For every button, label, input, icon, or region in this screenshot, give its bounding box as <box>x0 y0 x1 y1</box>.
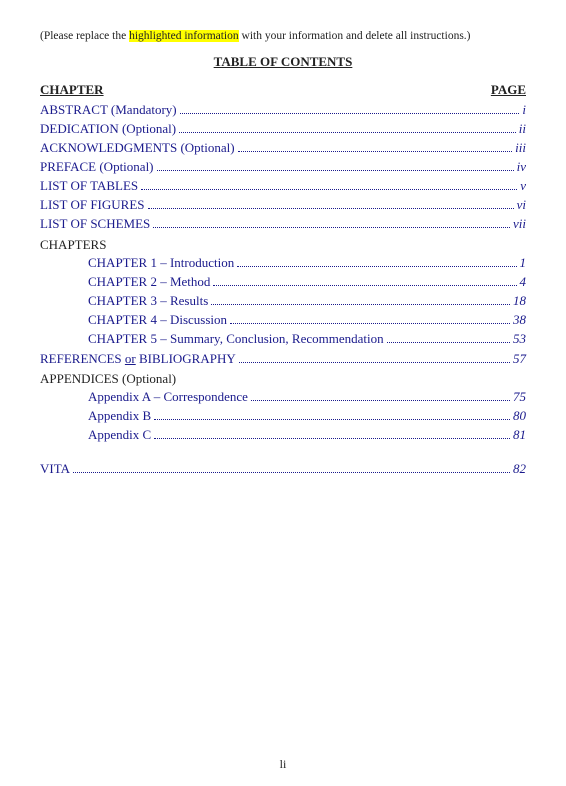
toc-label-vita: VITA <box>40 461 70 477</box>
instruction-before: (Please replace the <box>40 30 129 42</box>
toc-page-list-schemes: vii <box>513 216 526 232</box>
toc-dots-list-tables <box>141 189 517 190</box>
toc-page-list-figures: vi <box>517 197 526 213</box>
chapter-header-label: CHAPTER <box>40 82 104 98</box>
toc-dots-chapter5 <box>387 342 510 343</box>
toc-row-appendix-a: Appendix A – Correspondence 75 <box>40 389 526 405</box>
toc-label-appendix-a: Appendix A – Correspondence <box>88 389 248 405</box>
toc-row-dedication: DEDICATION (Optional) ii <box>40 121 526 137</box>
toc-page-chapter3: 18 <box>513 293 526 309</box>
toc-label-appendix-b: Appendix B <box>88 408 151 424</box>
instruction-text: (Please replace the highlighted informat… <box>40 28 526 44</box>
toc-label-list-figures: LIST OF FIGURES <box>40 197 145 213</box>
toc-label-list-tables: LIST OF TABLES <box>40 178 138 194</box>
toc-dots-chapter2 <box>213 285 516 286</box>
toc-label-chapter3: CHAPTER 3 – Results <box>88 293 208 309</box>
toc-label-list-schemes: LIST OF SCHEMES <box>40 216 150 232</box>
toc-label-chapter5: CHAPTER 5 – Summary, Conclusion, Recomme… <box>88 331 384 347</box>
toc-page-chapter5: 53 <box>513 331 526 347</box>
toc-row-acknowledgments: ACKNOWLEDGMENTS (Optional) iii <box>40 140 526 156</box>
toc-row-chapter2: CHAPTER 2 – Method 4 <box>40 274 526 290</box>
chapters-section-label: CHAPTERS <box>40 237 526 253</box>
page: (Please replace the highlighted informat… <box>0 0 566 786</box>
toc-dots-appendix-b <box>154 419 510 420</box>
toc-page-dedication: ii <box>519 121 526 137</box>
toc-page-references: 57 <box>513 351 526 367</box>
toc-row-chapter3: CHAPTER 3 – Results 18 <box>40 293 526 309</box>
toc-dots-vita <box>73 472 510 473</box>
toc-row-abstract: ABSTRACT (Mandatory) i <box>40 102 526 118</box>
toc-page-appendix-a: 75 <box>513 389 526 405</box>
toc-page-chapter4: 38 <box>513 312 526 328</box>
toc-dots-abstract <box>180 113 520 114</box>
toc-label-chapter4: CHAPTER 4 – Discussion <box>88 312 227 328</box>
toc-header: CHAPTER PAGE <box>40 82 526 98</box>
toc-page-acknowledgments: iii <box>515 140 526 156</box>
toc-label-abstract: ABSTRACT (Mandatory) <box>40 102 177 118</box>
page-header-label: PAGE <box>491 82 526 98</box>
toc-row-references: REFERENCES or BIBLIOGRAPHY 57 <box>40 351 526 367</box>
toc-page-chapter2: 4 <box>520 274 527 290</box>
footer-page-number: li <box>0 757 566 772</box>
toc-label-references: REFERENCES or BIBLIOGRAPHY <box>40 351 236 367</box>
toc-row-vita: VITA 82 <box>40 461 526 477</box>
toc-page-list-tables: v <box>520 178 526 194</box>
toc-row-appendix-c: Appendix C 81 <box>40 427 526 443</box>
toc-page-chapter1: 1 <box>520 255 527 271</box>
toc-row-appendix-b: Appendix B 80 <box>40 408 526 424</box>
toc-title: TABLE OF CONTENTS <box>40 54 526 70</box>
toc-dots-appendix-a <box>251 400 510 401</box>
toc-row-list-schemes: LIST OF SCHEMES vii <box>40 216 526 232</box>
toc-row-chapter1: CHAPTER 1 – Introduction 1 <box>40 255 526 271</box>
toc-dots-chapter1 <box>237 266 516 267</box>
toc-page-preface: iv <box>517 159 526 175</box>
toc-dots-preface <box>157 170 514 171</box>
toc-row-list-tables: LIST OF TABLES v <box>40 178 526 194</box>
toc-dots-acknowledgments <box>238 151 513 152</box>
instruction-highlight: highlighted information <box>129 30 239 42</box>
toc-label-preface: PREFACE (Optional) <box>40 159 154 175</box>
toc-row-chapter5: CHAPTER 5 – Summary, Conclusion, Recomme… <box>40 331 526 347</box>
toc-page-abstract: i <box>522 102 526 118</box>
toc-label-acknowledgments: ACKNOWLEDGMENTS (Optional) <box>40 140 235 156</box>
toc-dots-chapter4 <box>230 323 510 324</box>
appendices-section-label: APPENDICES (Optional) <box>40 371 526 387</box>
toc-label-appendix-c: Appendix C <box>88 427 151 443</box>
toc-dots-references <box>239 362 510 363</box>
toc-dots-list-figures <box>148 208 514 209</box>
toc-row-preface: PREFACE (Optional) iv <box>40 159 526 175</box>
toc-row-chapter4: CHAPTER 4 – Discussion 38 <box>40 312 526 328</box>
toc-page-vita: 82 <box>513 461 526 477</box>
toc-label-chapter2: CHAPTER 2 – Method <box>88 274 210 290</box>
toc-label-dedication: DEDICATION (Optional) <box>40 121 176 137</box>
toc-label-chapter1: CHAPTER 1 – Introduction <box>88 255 234 271</box>
toc-dots-dedication <box>179 132 516 133</box>
toc-dots-appendix-c <box>154 438 510 439</box>
toc-row-list-figures: LIST OF FIGURES vi <box>40 197 526 213</box>
toc-page-appendix-c: 81 <box>513 427 526 443</box>
toc-page-appendix-b: 80 <box>513 408 526 424</box>
instruction-after: with your information and delete all ins… <box>239 30 471 42</box>
toc-dots-chapter3 <box>211 304 510 305</box>
toc-dots-list-schemes <box>153 227 510 228</box>
